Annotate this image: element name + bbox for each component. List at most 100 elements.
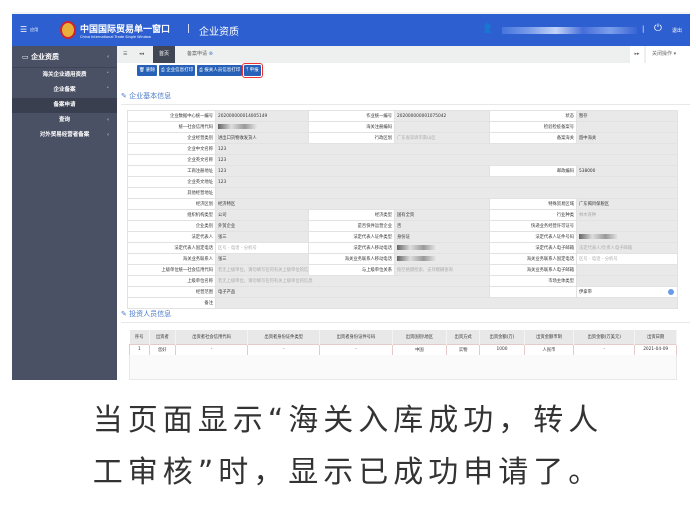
field-value[interactable]: 区号 - 电话 - 分机号 (215, 242, 309, 254)
field-value[interactable]: 123 (215, 165, 490, 177)
user-icon[interactable]: 👤 (482, 24, 493, 34)
field-value[interactable] (576, 264, 678, 276)
field-label: 海关注册编码 (308, 121, 395, 133)
field-value[interactable]: 123 (215, 154, 678, 166)
field-value[interactable] (394, 121, 490, 133)
field-label: 与上级单位关系 (308, 264, 395, 276)
field-value[interactable]: 进出口货物收发货人 (215, 132, 309, 144)
table-cell: 2021-04-09 (634, 343, 677, 356)
field-value[interactable] (215, 187, 678, 199)
chevron-icon: ˅ (106, 87, 110, 93)
tab-home[interactable]: 首页 (153, 46, 176, 63)
declare-button[interactable]: ⤒ 申报 (242, 63, 263, 78)
field-label: 经济区划 (127, 198, 216, 210)
field-value[interactable]: 林木育种 (576, 209, 678, 221)
field-label: 备注 (127, 297, 216, 309)
field-value[interactable] (576, 220, 678, 232)
section-title: 投资人员信息 (129, 310, 172, 318)
table-row[interactable]: 1 您好 - - - 中国 实物 1000 人民币 -2021-04-09 (129, 343, 677, 356)
field-value[interactable]: 123 (215, 143, 678, 155)
field-value[interactable]: 538000 (576, 165, 678, 177)
field-label: 经济类型 (308, 209, 395, 221)
field-value[interactable] (215, 297, 678, 309)
app-window: ☰ 应用 中国国际贸易单一窗口 China International Trade… (12, 12, 690, 380)
print-persons-button[interactable]: ⎙ 报关人员信息打印 (197, 65, 243, 76)
tab-filing-application[interactable]: 备案申请 ⊗ (187, 46, 213, 63)
delete-button[interactable]: 🗑 删除 (137, 65, 158, 76)
close-operations-dropdown[interactable]: 关闭操作 ▾ (646, 46, 690, 63)
field-value[interactable]: 123 (215, 176, 678, 188)
field-value[interactable]: 韶中海关 (576, 132, 678, 144)
field-value[interactable]: 经济特区 (215, 198, 490, 210)
field-label: 作业统一编号 (308, 110, 395, 122)
column-header: 出资者 (149, 330, 176, 344)
form-row: 企业英文地址 123 (127, 176, 678, 188)
field-value[interactable] (394, 253, 490, 265)
field-label: 是否快件运营企业 (308, 220, 395, 232)
sidebar-item[interactable]: 备案申请 (12, 98, 117, 113)
hamburger-icon[interactable]: ☰ (123, 46, 127, 63)
system-title: 企业资质 (199, 27, 239, 38)
sidebar-title[interactable]: ▭ 企业资质 ‹ (12, 46, 117, 68)
divider (121, 104, 690, 105)
field-value[interactable]: 暂存 (576, 110, 678, 122)
field-value[interactable]: 外贸企业 (215, 220, 309, 232)
field-value[interactable]: 电子产品 (215, 286, 490, 298)
field-label: 企业类别 (127, 220, 216, 232)
close-tab-icon[interactable]: ⊗ (209, 51, 213, 57)
chevron-icon: ‹ (106, 117, 109, 123)
sidebar-item[interactable]: 查询 ‹ (12, 113, 117, 128)
field-label: 企业数据中心统一编号 (127, 110, 216, 122)
field-value[interactable]: 202000000014005149 (215, 110, 309, 122)
field-value[interactable]: 202000000001075042 (394, 110, 490, 122)
field-label: 经营范围 (127, 286, 216, 298)
field-value[interactable]: 若无上级单位，请勿填写任何有关上级单位的信息 (215, 264, 309, 276)
field-value[interactable]: 国有全资 (394, 209, 490, 221)
logout-button[interactable]: 退出 (672, 27, 682, 34)
divider: | (642, 25, 645, 33)
field-label: 上级单位名称 (127, 275, 216, 287)
form-row: 统一社会信用代码 海关注册编码 检验检疫备案号 (127, 121, 678, 133)
field-value[interactable] (576, 275, 678, 287)
app-menu-button[interactable]: ☰ 应用 (20, 25, 38, 34)
scroll-left-icon[interactable]: ◂◂ (139, 46, 144, 63)
field-value[interactable]: 公司 (215, 209, 309, 221)
field-value[interactable]: 广东揭目保税区 (576, 198, 678, 210)
field-label: 市场主体类型 (489, 275, 577, 287)
redacted-value (218, 123, 258, 129)
print-company-button[interactable]: ⎙ 企业信息打印 (159, 65, 196, 76)
sidebar-item-label: 对外贸易经营者备案 (39, 132, 90, 138)
sidebar-item[interactable]: 对外贸易经营者备案 ‹ (12, 128, 117, 143)
field-value[interactable]: 否 (394, 220, 490, 232)
field-value[interactable]: 若无上级单位，请勿填写任何有关上级单位的信息 (215, 275, 490, 287)
field-value[interactable]: 张三 (215, 231, 309, 243)
table-cell: - (174, 343, 249, 356)
field-value[interactable] (576, 121, 678, 133)
field-value[interactable]: 按空格键检索、支持模糊查询 (394, 264, 490, 276)
field-label: 行业种类 (489, 209, 577, 221)
form-row: 企业数据中心统一编号 202000000014005149 作业统一编号 202000… (127, 110, 678, 122)
field-label: 组织机构类型 (127, 209, 216, 221)
remove-icon[interactable] (668, 289, 674, 295)
table-cell: 实物 (446, 343, 481, 356)
field-value[interactable]: 张三 (215, 253, 309, 265)
field-value[interactable] (576, 231, 678, 243)
power-icon[interactable]: ⏻ (654, 23, 662, 34)
field-value[interactable] (394, 242, 490, 254)
form-row: 企业经营类别 进出口货物收发货人 行政区划 广东省深圳市南山区 备案海关 韶中海关 (127, 132, 678, 144)
field-value[interactable]: 身份证 (394, 231, 490, 243)
toolbar: 🗑 删除 ⎙ 企业信息打印 ⎙ 报关人员信息打印 ⤒ 申报 (137, 63, 263, 78)
divider: | (187, 24, 191, 34)
form-row: 其他经营地址 (127, 187, 678, 199)
sidebar: ▭ 企业资质 ‹ 海关企业通用资质 ˅ 企业备案 ˅ 备案申请 查询 ‹ 对外贸易经营者备案 ‹ (12, 46, 117, 380)
field-label: 邮政编码 (489, 165, 577, 177)
form-row: 经济区划 经济特区 特殊贸易区域 广东揭目保税区 (127, 198, 678, 210)
field-value[interactable]: 法定代表人/负责人电子邮箱 (576, 242, 678, 254)
field-value[interactable]: 区号 - 电话 - 分机号 (576, 253, 678, 265)
field-value[interactable]: 伊拿带 (576, 286, 678, 298)
sidebar-item[interactable]: 海关企业通用资质 ˅ (12, 68, 117, 83)
field-value[interactable]: 广东省深圳市南山区 (394, 132, 490, 144)
sidebar-item[interactable]: 企业备案 ˅ (12, 83, 117, 98)
scroll-right-icon[interactable]: ▸▸ (630, 46, 644, 63)
field-value[interactable] (215, 121, 309, 133)
